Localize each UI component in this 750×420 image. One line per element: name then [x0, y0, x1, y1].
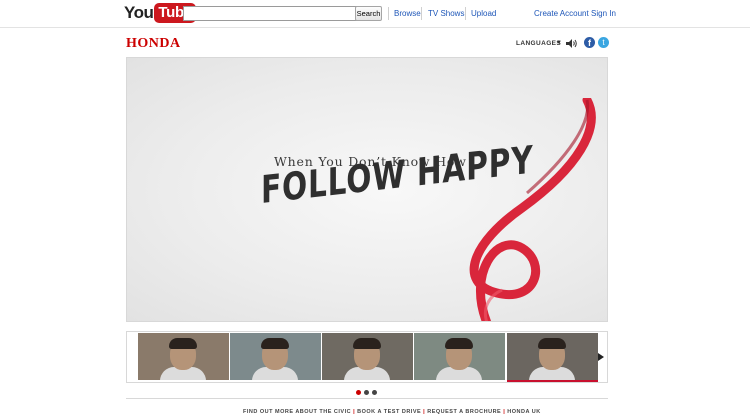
facebook-icon[interactable]: f — [584, 37, 595, 48]
thumbnail-hair — [445, 338, 473, 349]
thumbnail-hair — [353, 338, 381, 349]
footer-links: FIND OUT MORE ABOUT THE CIVIC | BOOK A TES… — [243, 409, 541, 415]
video-thumbnail-active[interactable] — [507, 333, 598, 382]
footer-link-honda-uk[interactable]: HONDA UK — [507, 409, 540, 415]
nav-tv-shows-link[interactable]: TV Shows — [428, 9, 464, 18]
footer-link-civic[interactable]: FIND OUT MORE ABOUT THE CIVIC — [243, 409, 351, 415]
nav-browse-link[interactable]: Browse — [394, 9, 421, 18]
pager-dot-active[interactable] — [356, 390, 361, 395]
thumbnail-hair — [261, 338, 289, 349]
create-account-link[interactable]: Create Account — [534, 9, 589, 18]
red-ribbon-graphic — [469, 98, 596, 321]
footer-link-test-drive[interactable]: BOOK A TEST DRIVE — [357, 409, 421, 415]
video-player[interactable]: When You Don’t Know How FOLLOW HAPPY — [126, 57, 608, 322]
footer-link-brochure[interactable]: REQUEST A BROCHURE — [427, 409, 501, 415]
divider — [465, 7, 466, 20]
next-arrow-icon[interactable] — [598, 353, 604, 361]
divider — [388, 7, 389, 20]
chevron-down-icon[interactable]: ▼ — [556, 40, 562, 46]
footer-separator: | — [353, 409, 356, 415]
pager-dot[interactable] — [372, 390, 377, 395]
divider — [421, 7, 422, 20]
youtube-logo-you: You — [124, 3, 154, 22]
youtube-top-bar: You Tube Search Browse TV Shows Upload C… — [0, 0, 750, 28]
twitter-icon[interactable]: t — [598, 37, 609, 48]
video-thumbnail[interactable] — [138, 333, 229, 380]
video-thumbnail[interactable] — [414, 333, 505, 380]
honda-logo[interactable]: HONDA — [126, 36, 181, 52]
search-input[interactable] — [183, 6, 359, 21]
thumbnail-hair — [538, 338, 566, 349]
thumbnail-hair — [169, 338, 197, 349]
pager-dots — [356, 390, 377, 395]
pager-dot[interactable] — [364, 390, 369, 395]
video-thumbnail[interactable] — [322, 333, 413, 380]
sign-in-link[interactable]: Sign In — [591, 9, 616, 18]
divider — [126, 398, 608, 399]
search-button[interactable]: Search — [355, 6, 382, 21]
languages-dropdown[interactable]: LANGUAGES — [516, 40, 561, 47]
nav-upload-link[interactable]: Upload — [471, 9, 496, 18]
footer-separator: | — [503, 409, 506, 415]
thumbnail-strip — [126, 331, 608, 383]
speaker-icon[interactable] — [566, 38, 578, 49]
video-thumbnail[interactable] — [230, 333, 321, 380]
footer-separator: | — [423, 409, 426, 415]
